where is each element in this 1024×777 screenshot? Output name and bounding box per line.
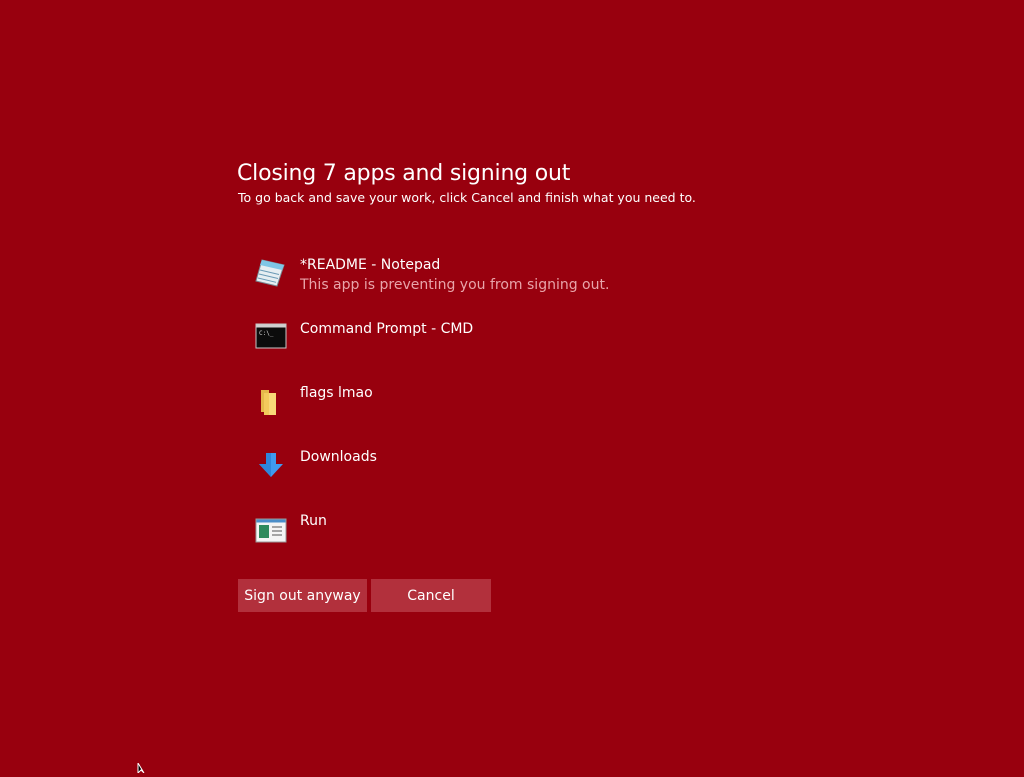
notepad-icon [255,256,287,288]
button-bar: Sign out anyway Cancel [238,579,491,612]
page-title: Closing 7 apps and signing out [237,161,571,186]
svg-text:C:\_: C:\_ [259,330,274,337]
app-name: Command Prompt - CMD [300,321,474,337]
run-icon [255,512,287,544]
downloads-icon [255,448,287,480]
sign-out-dialog: Closing 7 apps and signing out To go bac… [237,160,797,612]
sign-out-screen: { "header": { "title": "Closing 7 apps a… [0,0,1024,775]
list-item-downloads: Downloads [255,448,775,512]
app-name: flags lmao [300,385,373,401]
folder-icon [255,384,287,416]
command-prompt-icon: C:\_ [255,320,287,352]
app-name: Run [300,513,327,529]
app-blocking-status: This app is preventing you from signing … [300,277,610,293]
mouse-cursor-icon [137,758,149,775]
list-item-run: Run [255,512,775,576]
cancel-button[interactable]: Cancel [371,579,491,612]
page-subtitle: To go back and save your work, click Can… [238,190,696,205]
list-item-command-prompt: C:\_ Command Prompt - CMD [255,320,775,384]
app-name: *README - Notepad [300,257,441,273]
sign-out-anyway-button[interactable]: Sign out anyway [238,579,367,612]
app-list: *README - Notepad This app is preventing… [255,256,775,576]
list-item-flags-folder: flags lmao [255,384,775,448]
list-item-notepad: *README - Notepad This app is preventing… [255,256,775,320]
app-name: Downloads [300,449,377,465]
